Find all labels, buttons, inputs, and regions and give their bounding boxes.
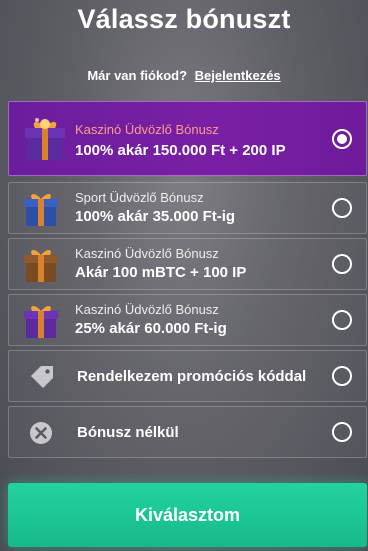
login-prompt-text: Már van fiókod? [87, 68, 188, 83]
radio-unchecked[interactable] [332, 366, 352, 386]
radio-checked[interactable] [332, 129, 352, 149]
option-label: Bónusz nélkül [77, 424, 179, 441]
blue-gift-icon [24, 194, 58, 226]
purple-gift-icon [25, 118, 65, 160]
option-subtitle: Kaszinó Üdvözlő Bónusz [75, 122, 219, 137]
option-title: 100% akár 35.000 Ft-ig [75, 208, 236, 225]
radio-unchecked[interactable] [332, 254, 352, 274]
option-title: 25% akár 60.000 Ft-ig [75, 320, 227, 337]
login-link[interactable]: Bejelentkezés [195, 68, 281, 83]
radio-unchecked[interactable] [332, 198, 352, 218]
bonus-option-casino-mbtc[interactable]: Kaszinó Üdvözlő Bónusz Akár 100 mBTC + 1… [8, 238, 367, 290]
radio-unchecked[interactable] [332, 310, 352, 330]
option-subtitle: Kaszinó Üdvözlő Bónusz [75, 302, 219, 317]
select-button[interactable]: Kiválasztom [8, 483, 367, 547]
option-subtitle: Sport Üdvözlő Bónusz [75, 190, 204, 205]
radio-unchecked[interactable] [332, 422, 352, 442]
page-title: Válassz bónuszt [77, 4, 291, 34]
promo-code-option[interactable]: Rendelkezem promóciós kóddal [8, 350, 367, 402]
option-subtitle: Kaszinó Üdvözlő Bónusz [75, 246, 219, 261]
purple-gift-icon [24, 306, 58, 338]
option-title: Akár 100 mBTC + 100 IP [75, 264, 247, 281]
bonus-option-sport-35000[interactable]: Sport Üdvözlő Bónusz 100% akár 35.000 Ft… [8, 182, 367, 234]
bonus-option-casino-150000[interactable]: Kaszinó Üdvözlő Bónusz 100% akár 150.000… [8, 101, 367, 176]
tag-icon [31, 366, 53, 388]
option-title: 100% akár 150.000 Ft + 200 IP [75, 142, 286, 159]
brown-gift-icon [24, 250, 58, 282]
login-prompt: Már van fiókod? Bejelentkezés [0, 68, 368, 83]
no-bonus-option[interactable]: Bónusz nélkül [8, 406, 367, 458]
option-label: Rendelkezem promóciós kóddal [77, 368, 307, 385]
bonus-option-casino-60000[interactable]: Kaszinó Üdvözlő Bónusz 25% akár 60.000 F… [8, 294, 367, 346]
close-circle-icon [30, 422, 52, 444]
